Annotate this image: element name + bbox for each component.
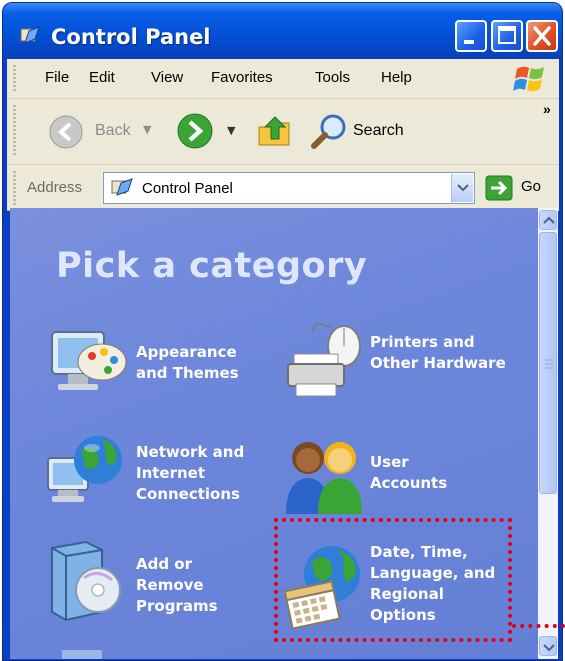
window-title: Control Panel xyxy=(51,25,211,49)
category-printers-hardware[interactable]: Printers and Other Hardware xyxy=(370,332,510,374)
close-button[interactable] xyxy=(526,20,558,52)
close-icon xyxy=(533,26,551,46)
category-add-remove-programs[interactable]: Add or Remove Programs xyxy=(136,554,256,617)
appearance-themes-icon[interactable] xyxy=(46,324,128,400)
toolbar-grip xyxy=(13,105,16,157)
network-globe-icon[interactable] xyxy=(46,432,130,516)
up-folder-icon[interactable] xyxy=(255,111,295,151)
menu-help[interactable]: Help xyxy=(381,69,412,86)
printer-icon[interactable] xyxy=(286,320,370,402)
address-value: Control Panel xyxy=(142,180,233,197)
windows-logo-icon xyxy=(513,66,544,92)
category-network-connections[interactable]: Network and Internet Connections xyxy=(136,442,266,505)
scroll-thumb[interactable] xyxy=(539,232,557,494)
control-panel-icon xyxy=(111,178,133,196)
address-label: Address xyxy=(27,179,83,196)
minimize-button[interactable] xyxy=(455,20,487,52)
chevron-up-icon xyxy=(543,216,555,224)
menu-edit[interactable]: Edit xyxy=(89,69,115,86)
chevron-down-icon xyxy=(457,184,469,192)
menu-bar: File Edit View Favorites Tools Help xyxy=(7,59,559,99)
minimize-icon xyxy=(464,40,474,44)
address-dropdown-button[interactable] xyxy=(451,174,473,202)
go-arrow-icon[interactable] xyxy=(485,175,513,201)
page-title: Pick a category xyxy=(56,246,368,286)
scroll-up-button[interactable] xyxy=(539,210,557,230)
back-arrow-icon xyxy=(49,115,83,149)
highlight-annotation-tail xyxy=(512,624,565,628)
control-panel-icon xyxy=(20,26,40,44)
back-button[interactable]: Back ▼ xyxy=(47,113,169,151)
scroll-down-button[interactable] xyxy=(539,636,557,656)
category-appearance-themes[interactable]: Appearance and Themes xyxy=(136,342,264,384)
search-label[interactable]: Search xyxy=(353,122,404,140)
search-icon[interactable] xyxy=(309,111,349,151)
user-accounts-icon[interactable] xyxy=(280,436,370,516)
vertical-scrollbar[interactable] xyxy=(538,208,558,659)
address-grip xyxy=(13,171,16,205)
chevron-down-icon xyxy=(543,644,555,652)
highlight-annotation xyxy=(274,518,512,642)
menu-tools[interactable]: Tools xyxy=(315,69,350,86)
menu-grip xyxy=(13,65,16,93)
address-input[interactable]: Control Panel xyxy=(103,172,475,204)
menu-favorites[interactable]: Favorites xyxy=(211,69,273,86)
category-user-accounts[interactable]: User Accounts xyxy=(370,452,490,494)
add-remove-programs-icon[interactable] xyxy=(46,538,130,624)
menu-view[interactable]: View xyxy=(151,69,183,86)
back-dropdown-icon[interactable]: ▼ xyxy=(143,123,151,136)
forward-dropdown-icon[interactable]: ▼ xyxy=(227,124,235,137)
standard-toolbar: Back ▼ ▼ Search » xyxy=(7,99,559,165)
partial-category-icon xyxy=(62,650,102,659)
forward-arrow-icon[interactable] xyxy=(175,111,215,151)
back-label: Back xyxy=(95,122,131,139)
address-bar: Address Control Panel Go xyxy=(7,165,559,211)
toolbar-chevron[interactable]: » xyxy=(543,101,551,117)
menu-file[interactable]: File xyxy=(45,69,69,86)
title-bar[interactable]: Control Panel xyxy=(3,3,562,59)
grip-lines-icon xyxy=(545,359,553,369)
maximize-icon xyxy=(498,26,516,44)
maximize-button[interactable] xyxy=(491,20,523,52)
go-label[interactable]: Go xyxy=(521,178,541,195)
